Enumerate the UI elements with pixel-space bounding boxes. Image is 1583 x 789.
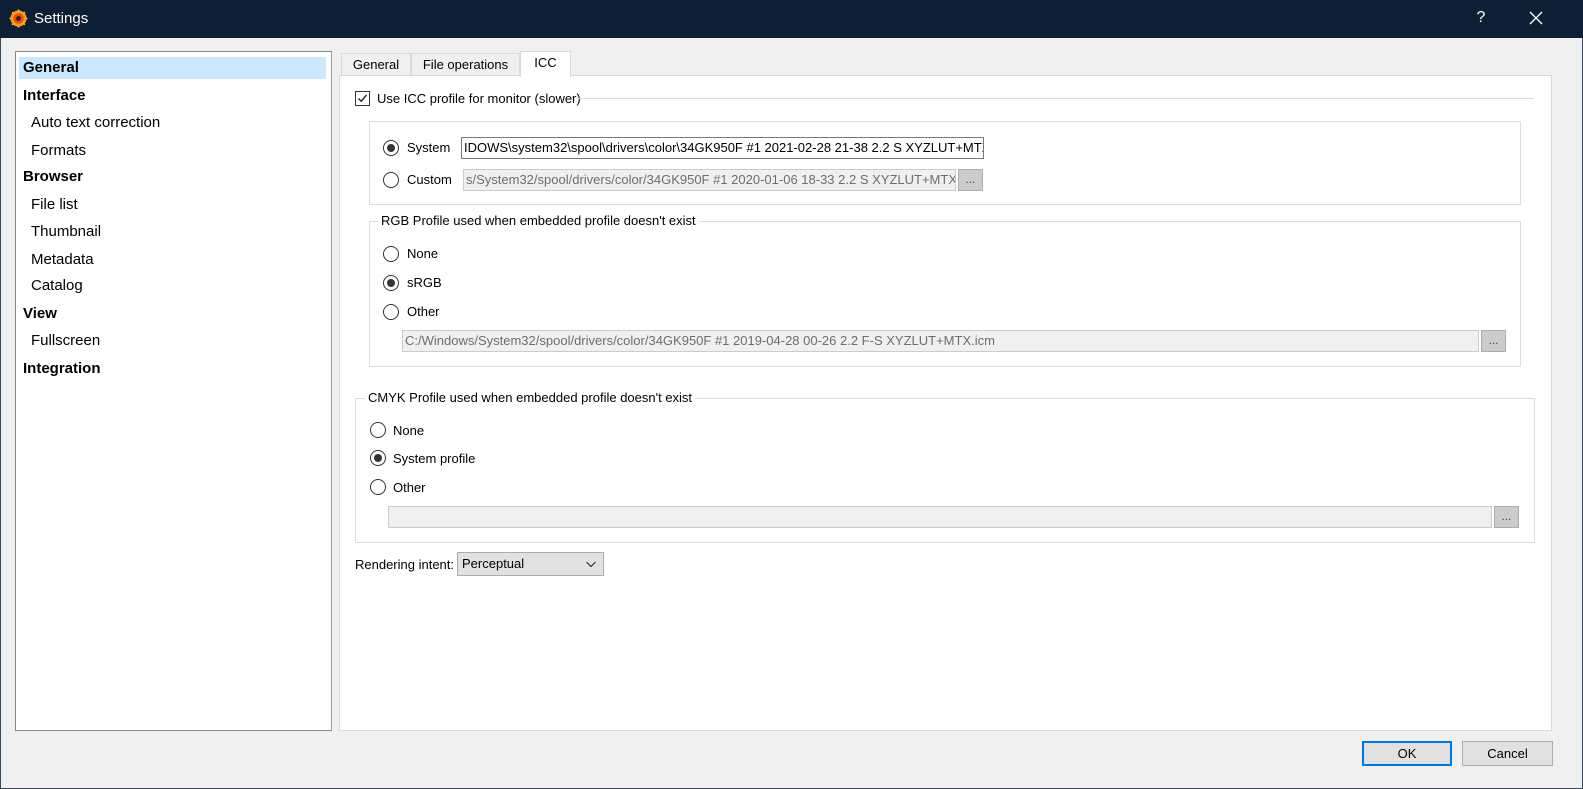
title-bar: Settings ? (0, 0, 1583, 38)
rgb-none-label: None (407, 246, 439, 261)
checkmark-icon (358, 94, 368, 103)
cmyk-none-radio[interactable] (370, 422, 386, 438)
monitor-custom-browse-button[interactable]: ... (958, 169, 983, 191)
use-icc-checkbox[interactable] (355, 91, 370, 106)
window-title: Settings (34, 10, 89, 27)
cmyk-other-path-field[interactable] (388, 506, 1492, 528)
tab-icc[interactable]: ICC (520, 51, 571, 77)
monitor-system-path-field[interactable]: IDOWS\system32\spool\drivers\color\34GK9… (461, 137, 984, 159)
monitor-profile-group (369, 121, 1521, 205)
nav-item-formats[interactable]: Formats (31, 140, 86, 162)
rendering-intent-label: Rendering intent: (355, 557, 455, 572)
rgb-none-radio[interactable] (383, 246, 399, 262)
cmyk-none-label: None (393, 423, 425, 438)
rgb-srgb-label: sRGB (407, 275, 442, 290)
rendering-intent-value: Perceptual (462, 556, 525, 571)
monitor-system-radio[interactable] (383, 140, 399, 156)
app-logo-icon (9, 9, 28, 28)
help-button[interactable]: ? (1474, 9, 1488, 27)
cmyk-other-label: Other (393, 480, 426, 495)
nav-item-file-list[interactable]: File list (31, 194, 78, 216)
monitor-custom-radio[interactable] (383, 172, 399, 188)
cmyk-group-legend: CMYK Profile used when embedded profile … (365, 390, 696, 406)
cmyk-other-radio[interactable] (370, 479, 386, 495)
cancel-button[interactable]: Cancel (1462, 741, 1553, 766)
monitor-custom-label: Custom (407, 172, 452, 187)
rgb-srgb-radio[interactable] (383, 275, 399, 291)
cmyk-system-profile-label: System profile (393, 451, 476, 466)
monitor-custom-path-field[interactable]: s/System32/spool/drivers/color/34GK950F … (463, 169, 956, 191)
cmyk-other-browse-button[interactable]: ... (1494, 506, 1519, 528)
tab-file-operations[interactable]: File operations (411, 53, 520, 77)
nav-item-thumbnail[interactable]: Thumbnail (31, 221, 101, 243)
nav-item-fullscreen[interactable]: Fullscreen (31, 330, 100, 352)
chevron-down-icon (586, 561, 596, 568)
tab-general[interactable]: General (341, 53, 411, 77)
rgb-other-browse-button[interactable]: ... (1481, 330, 1506, 352)
close-icon[interactable] (1528, 10, 1544, 26)
nav-item-interface[interactable]: Interface (23, 85, 86, 107)
nav-item-general[interactable]: General (19, 57, 326, 79)
rgb-other-radio[interactable] (383, 304, 399, 320)
cmyk-system-profile-radio[interactable] (370, 450, 386, 466)
nav-item-view[interactable]: View (23, 303, 57, 325)
rgb-other-path-field[interactable]: C:/Windows/System32/spool/drivers/color/… (402, 330, 1479, 352)
nav-item-metadata[interactable]: Metadata (31, 249, 94, 271)
nav-item-browser[interactable]: Browser (23, 166, 83, 188)
nav-item-auto-text-correction[interactable]: Auto text correction (31, 112, 160, 134)
nav-item-integration[interactable]: Integration (23, 358, 101, 380)
rgb-other-label: Other (407, 304, 440, 319)
ok-button[interactable]: OK (1362, 741, 1452, 766)
rgb-group-legend: RGB Profile used when embedded profile d… (378, 213, 699, 229)
separator-line (577, 98, 1534, 99)
use-icc-label: Use ICC profile for monitor (slower) (377, 91, 581, 106)
monitor-system-label: System (407, 140, 451, 155)
rendering-intent-select[interactable]: Perceptual (457, 552, 604, 576)
nav-item-catalog[interactable]: Catalog (31, 275, 83, 297)
settings-nav-tree: General Interface Auto text correction F… (15, 51, 332, 731)
